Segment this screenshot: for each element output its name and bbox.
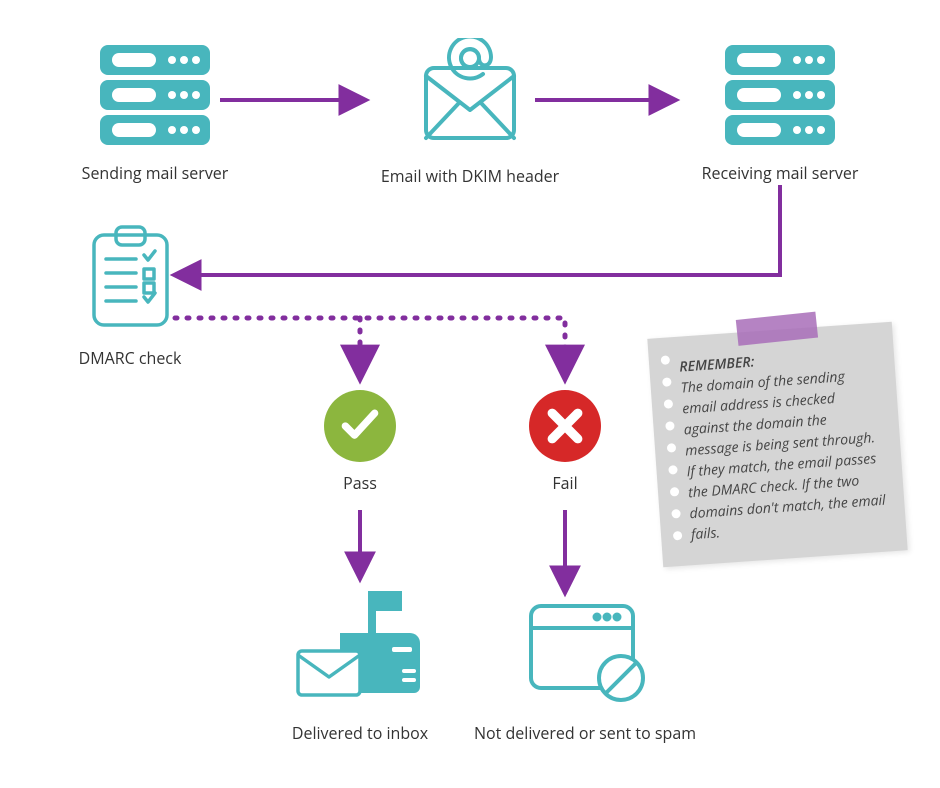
server-icon — [725, 45, 835, 145]
fail-label: Fail — [510, 472, 620, 494]
not-delivered-label: Not delivered or sent to spam — [470, 722, 700, 744]
server-icon — [100, 45, 210, 145]
check-circle-icon — [324, 390, 396, 462]
receiving-server-label: Receiving mail server — [680, 162, 880, 184]
sticky-note-heading: REMEMBER: — [679, 352, 755, 376]
sending-server-label: Sending mail server — [55, 162, 255, 184]
sticky-note-body: The domain of the sending email address … — [680, 367, 886, 544]
email-dkim-label: Email with DKIM header — [370, 165, 570, 187]
receiving-server-node: Receiving mail server — [680, 45, 880, 184]
email-dkim-node: Email with DKIM header — [370, 38, 570, 187]
delivered-node: Delivered to inbox — [260, 585, 460, 744]
dmarc-check-node: DMARC check — [60, 225, 200, 369]
clipboard-checklist-icon — [88, 225, 173, 330]
browser-blocked-icon — [525, 600, 645, 705]
envelope-at-icon — [420, 38, 520, 148]
mailbox-icon — [290, 585, 430, 705]
pass-label: Pass — [305, 472, 415, 494]
fail-node: Fail — [510, 390, 620, 494]
x-circle-icon — [529, 390, 601, 462]
reminder-sticky-note: REMEMBER: The domain of the sending emai… — [647, 322, 907, 568]
tape-decoration — [736, 312, 818, 346]
delivered-label: Delivered to inbox — [260, 722, 460, 744]
sending-server-node: Sending mail server — [55, 45, 255, 184]
dmarc-check-label: DMARC check — [60, 347, 200, 369]
not-delivered-node: Not delivered or sent to spam — [470, 600, 700, 744]
pass-node: Pass — [305, 390, 415, 494]
